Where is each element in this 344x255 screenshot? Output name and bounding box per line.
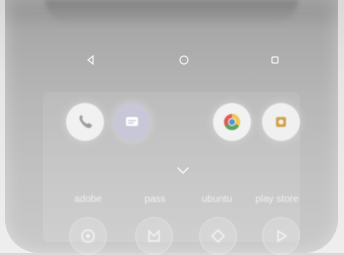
- app-label-4: play store: [255, 194, 299, 205]
- app-icon-2[interactable]: [135, 217, 173, 255]
- status-bar: [45, 0, 298, 22]
- app-label-2: pass: [144, 194, 166, 205]
- messages-app-icon[interactable]: [113, 103, 151, 141]
- home-icon[interactable]: [176, 52, 192, 68]
- recents-icon[interactable]: [267, 52, 283, 68]
- play-store-icon[interactable]: [262, 217, 300, 255]
- navigation-bar: [5, 52, 338, 70]
- app-label-3: ubuntu: [201, 194, 233, 205]
- app-icon-3[interactable]: [199, 217, 237, 255]
- chevron-down-icon[interactable]: [175, 166, 191, 176]
- chrome-app-icon[interactable]: [213, 103, 251, 141]
- back-icon[interactable]: [83, 52, 99, 68]
- camera-app-icon[interactable]: [262, 103, 300, 141]
- phone-app-icon[interactable]: [66, 103, 104, 141]
- phone-screen: adobe pass ubuntu play store: [5, 0, 338, 255]
- app-label-1: adobe: [74, 194, 102, 205]
- app-icon-1[interactable]: [69, 217, 107, 255]
